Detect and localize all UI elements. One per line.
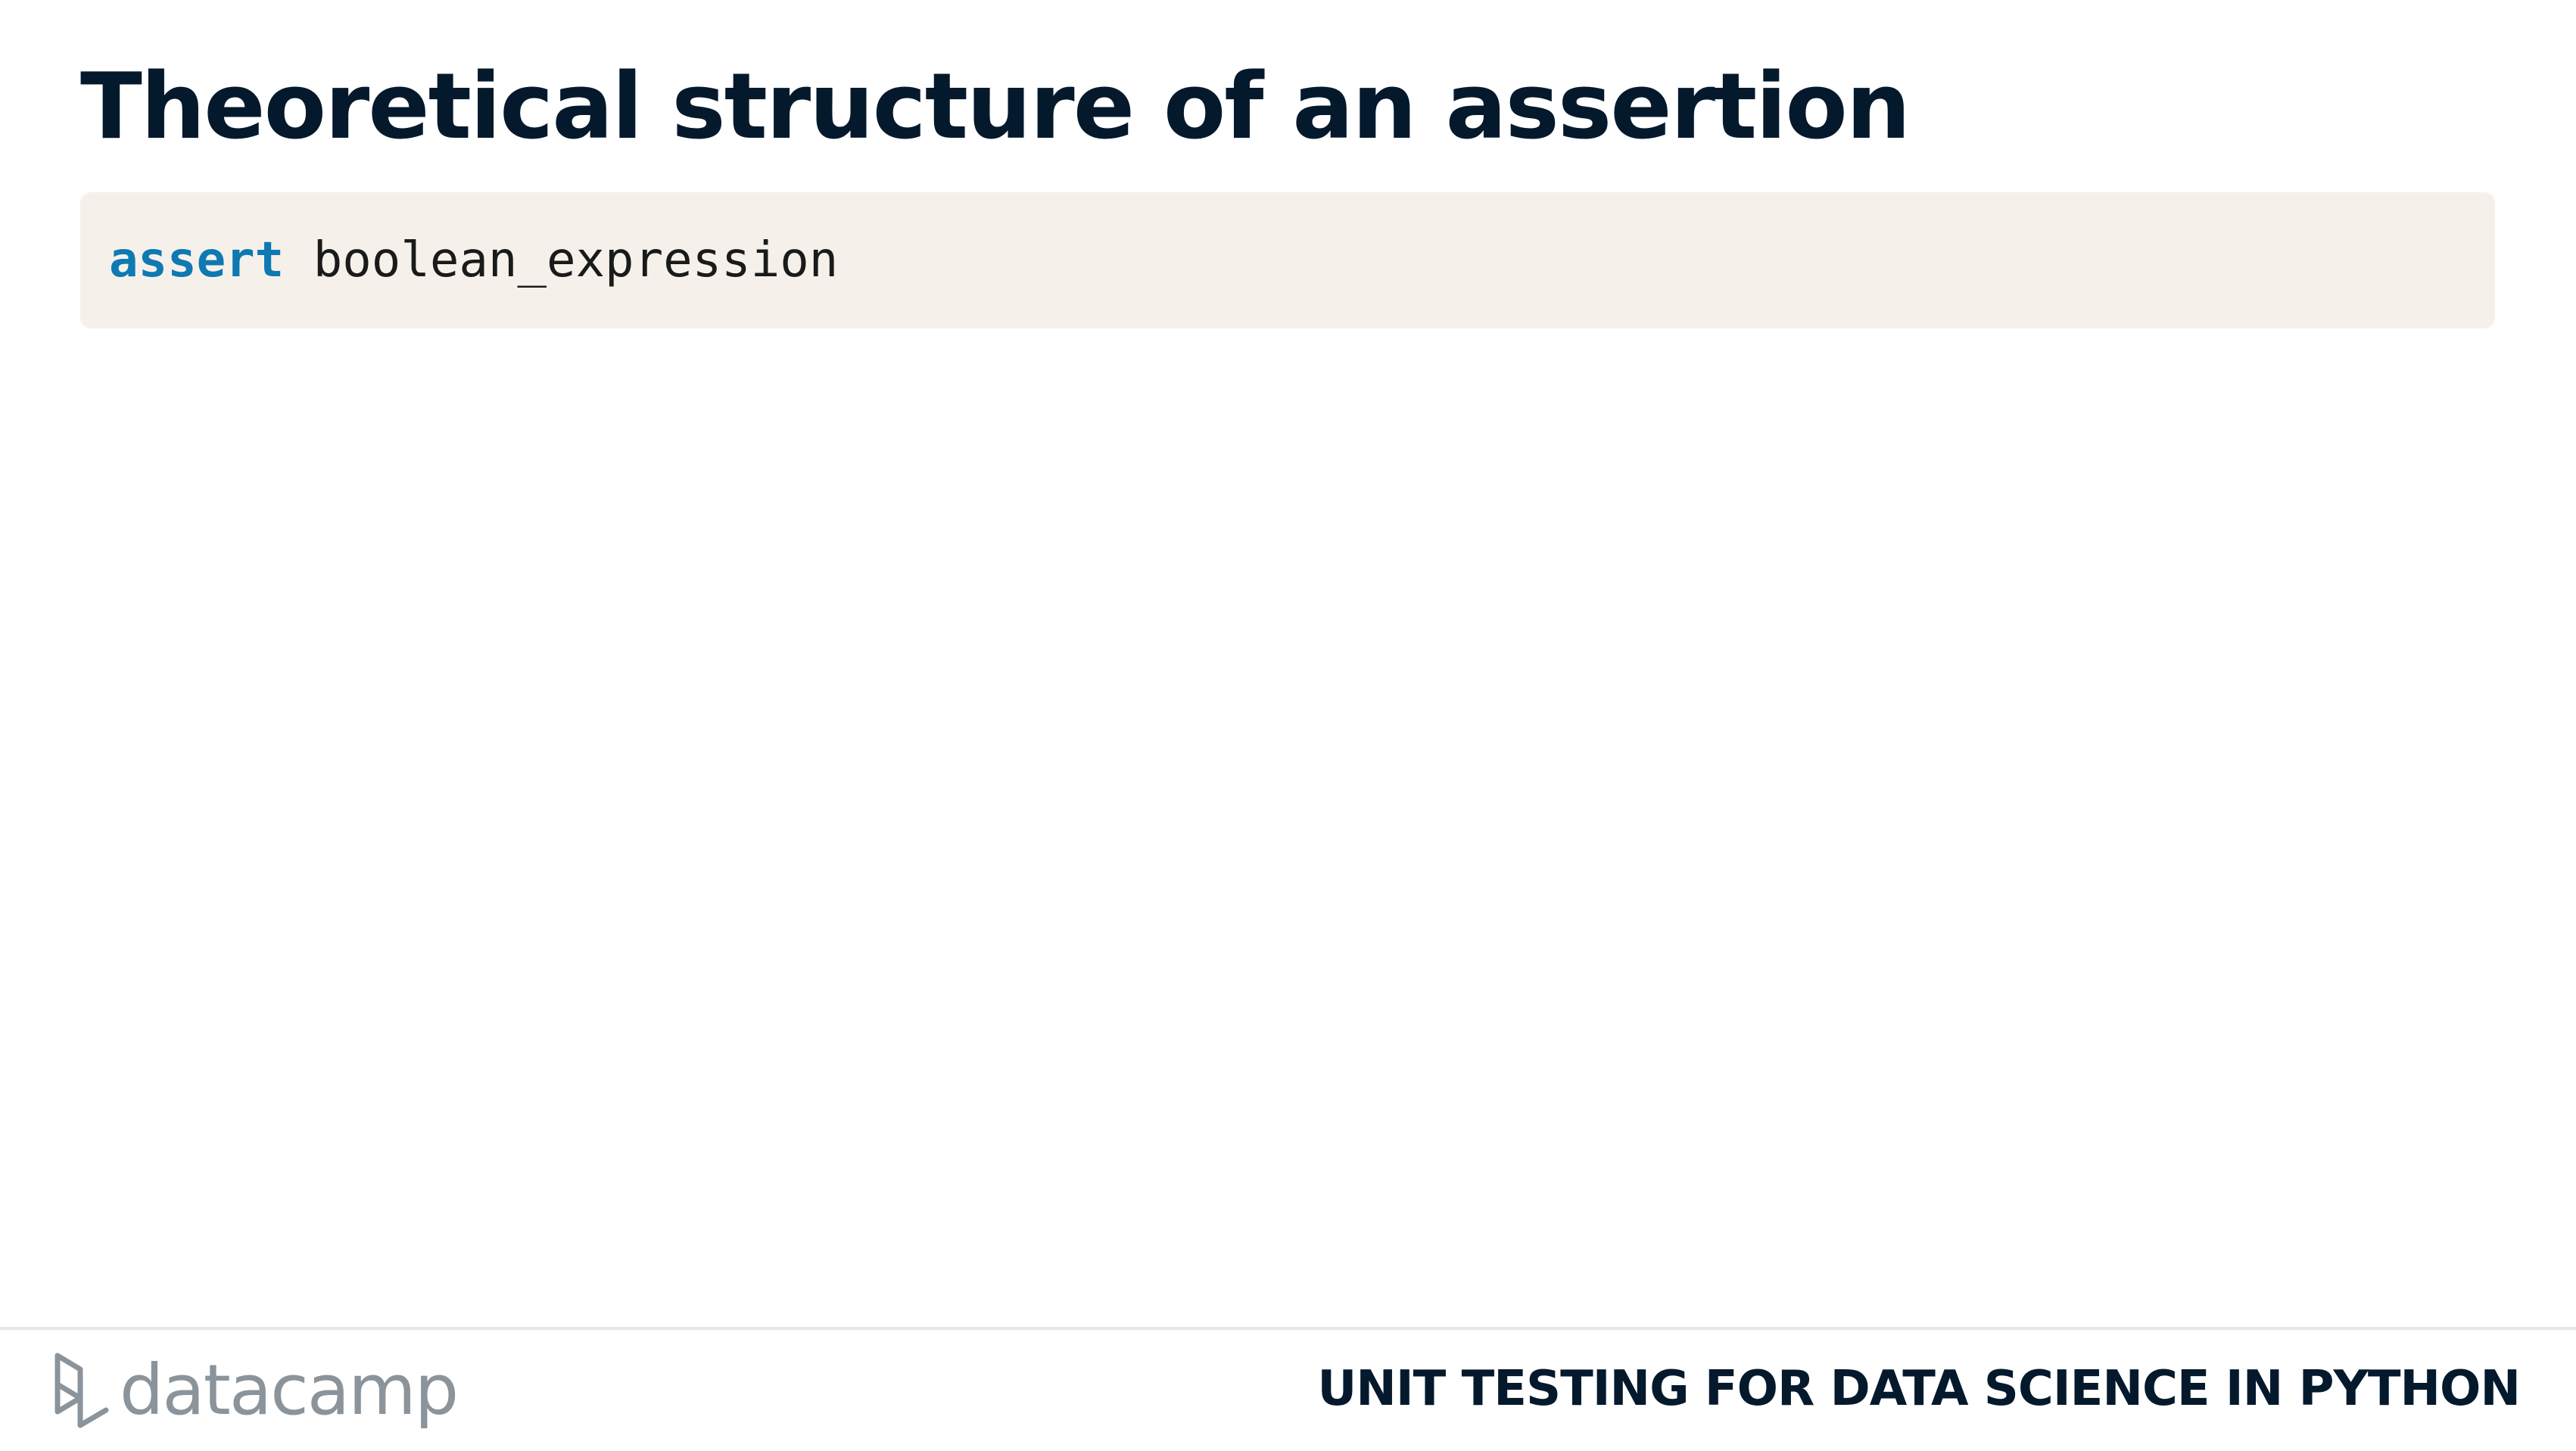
footer-divider <box>0 1327 2576 1330</box>
datacamp-logo-icon <box>55 1353 109 1428</box>
course-name: UNIT TESTING FOR DATA SCIENCE IN PYTHON <box>1317 1361 2521 1417</box>
code-block: assert boolean_expression <box>80 192 2495 328</box>
brand-wordmark: datacamp <box>120 1350 459 1431</box>
slide-title: Theoretical structure of an assertion <box>80 54 1911 160</box>
code-keyword: assert <box>109 232 285 288</box>
datacamp-logo: datacamp <box>53 1349 459 1432</box>
code-expression: boolean_expression <box>284 232 839 288</box>
